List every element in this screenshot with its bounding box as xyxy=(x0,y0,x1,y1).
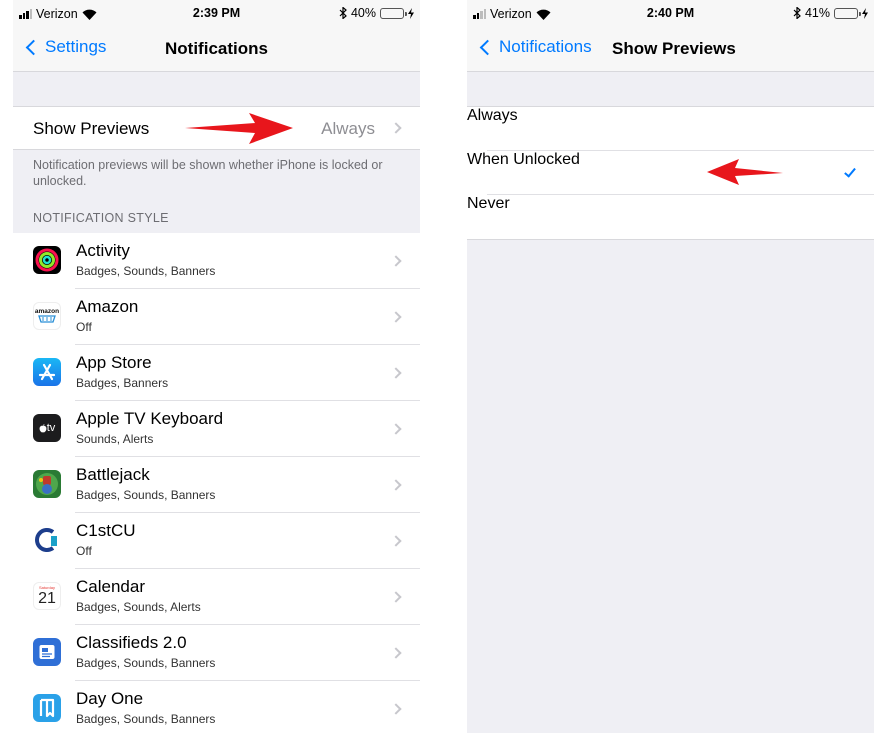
battery-icon xyxy=(834,7,861,19)
charging-icon xyxy=(408,7,414,19)
app-name: Battlejack xyxy=(76,465,150,484)
app-row-app-store[interactable]: App Store Badges, Banners xyxy=(13,345,420,401)
show-previews-value: Always xyxy=(321,119,375,138)
app-detail: Badges, Sounds, Banners xyxy=(76,488,216,502)
chevron-right-icon xyxy=(390,122,402,134)
checkmark-icon xyxy=(844,165,856,178)
section-header: NOTIFICATION STYLE xyxy=(33,211,169,225)
calendar-icon: Saturday 21 xyxy=(33,582,61,610)
charging-icon xyxy=(862,7,868,19)
option-always[interactable]: Always xyxy=(467,107,874,151)
red-arrow-icon xyxy=(707,159,783,185)
notifications-screen: Verizon 2:39 PM 40% Settings Notificatio… xyxy=(13,0,420,733)
chevron-right-icon xyxy=(390,479,402,491)
battery-icon xyxy=(380,7,407,19)
page-title: Notifications xyxy=(165,39,268,58)
chevron-left-icon xyxy=(479,39,496,55)
chevron-right-icon xyxy=(390,423,402,435)
back-button[interactable]: Notifications xyxy=(477,37,592,57)
option-label: Never xyxy=(467,195,510,212)
app-name: C1stCU xyxy=(76,521,136,540)
show-previews-screen: Verizon 2:40 PM 41% Notifications Show P… xyxy=(467,0,874,733)
option-never[interactable]: Never xyxy=(467,195,874,239)
option-when-unlocked[interactable]: When Unlocked xyxy=(467,151,874,195)
c1stcu-icon xyxy=(33,526,61,554)
apple-tv-icon: tv xyxy=(33,414,61,442)
app-detail: Badges, Sounds, Banners xyxy=(76,264,216,278)
app-row-activity[interactable]: Activity Badges, Sounds, Banners xyxy=(13,233,420,289)
app-detail: Badges, Sounds, Alerts xyxy=(76,600,201,614)
red-arrow-icon xyxy=(185,113,293,144)
bluetooth-icon xyxy=(793,7,801,19)
app-name: Apple TV Keyboard xyxy=(76,409,224,428)
app-row-day-one[interactable]: Day One Badges, Sounds, Banners xyxy=(13,681,420,733)
status-bar: Verizon 2:40 PM 41% xyxy=(467,0,874,26)
previews-footnote: Notification previews will be shown whet… xyxy=(33,158,383,188)
app-row-apple-tv-keyboard[interactable]: tv Apple TV Keyboard Sounds, Alerts xyxy=(13,401,420,457)
classifieds-icon xyxy=(33,638,61,666)
amazon-icon: amazon xyxy=(33,302,61,330)
app-detail: Off xyxy=(76,544,92,558)
app-name: Day One xyxy=(76,689,144,708)
chevron-right-icon xyxy=(390,255,402,267)
app-detail: Badges, Sounds, Banners xyxy=(76,656,216,670)
page-title: Show Previews xyxy=(612,39,736,58)
chevron-right-icon xyxy=(390,647,402,659)
app-row-calendar[interactable]: Saturday 21 Calendar Badges, Sounds, Ale… xyxy=(13,569,420,625)
app-row-amazon[interactable]: amazon Amazon Off xyxy=(13,289,420,345)
option-label: Always xyxy=(467,107,518,124)
app-list: Activity Badges, Sounds, Banners amazon … xyxy=(13,233,420,733)
nav-bar: Settings Notifications xyxy=(13,26,420,72)
bluetooth-icon xyxy=(339,7,347,19)
status-bar: Verizon 2:39 PM 40% xyxy=(13,0,420,26)
battery-percent: 40% xyxy=(350,6,376,20)
app-detail: Badges, Banners xyxy=(76,376,169,390)
day-one-icon xyxy=(33,694,61,722)
app-detail: Sounds, Alerts xyxy=(76,432,154,446)
nav-bar: Notifications Show Previews xyxy=(467,26,874,72)
show-previews-label: Show Previews xyxy=(33,119,150,138)
app-row-battlejack[interactable]: Battlejack Badges, Sounds, Banners xyxy=(13,457,420,513)
app-row-classifieds[interactable]: Classifieds 2.0 Badges, Sounds, Banners xyxy=(13,625,420,681)
battery-percent: 41% xyxy=(804,6,830,20)
back-label: Notifications xyxy=(499,37,592,56)
app-name: Classifieds 2.0 xyxy=(76,633,187,652)
app-name: Activity xyxy=(76,241,130,260)
chevron-right-icon xyxy=(390,591,402,603)
activity-icon xyxy=(33,246,61,274)
chevron-right-icon xyxy=(390,703,402,715)
chevron-right-icon xyxy=(390,311,402,323)
app-store-icon xyxy=(33,358,61,386)
chevron-right-icon xyxy=(390,535,402,547)
preview-options-list: Always When Unlocked Never xyxy=(467,106,874,240)
app-detail: Badges, Sounds, Banners xyxy=(76,712,216,726)
app-row-c1stcu[interactable]: C1stCU Off xyxy=(13,513,420,569)
battlejack-icon xyxy=(33,470,61,498)
option-label: When Unlocked xyxy=(467,151,580,168)
app-name: Amazon xyxy=(76,297,139,316)
app-name: Calendar xyxy=(76,577,145,596)
app-name: App Store xyxy=(76,353,152,372)
chevron-right-icon xyxy=(390,367,402,379)
app-detail: Off xyxy=(76,320,92,334)
